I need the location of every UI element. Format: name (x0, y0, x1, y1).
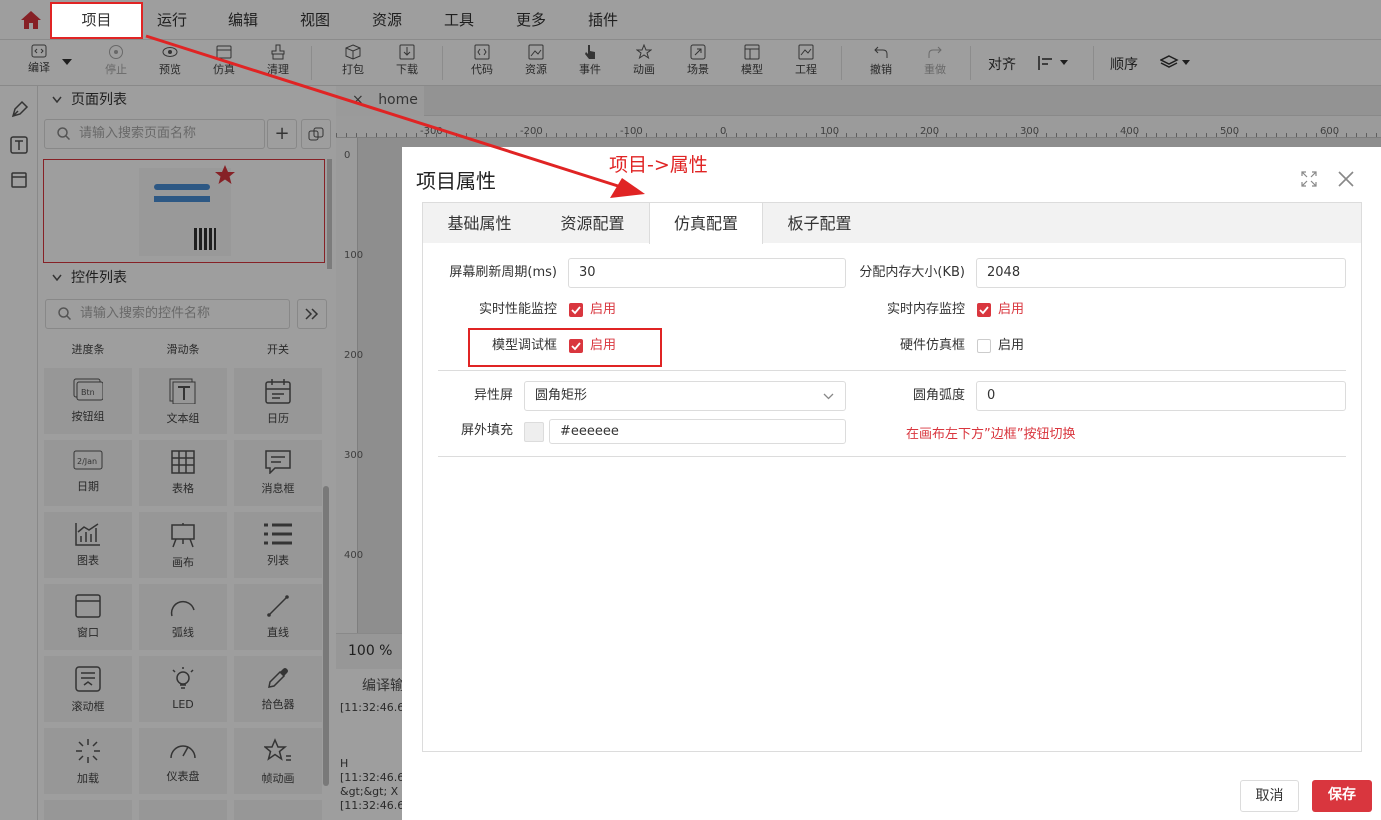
arrow-line (145, 34, 619, 188)
annotation-label: 项目->属性 (609, 154, 708, 176)
arrow-head (610, 178, 645, 198)
annotation-arrow (145, 34, 645, 198)
